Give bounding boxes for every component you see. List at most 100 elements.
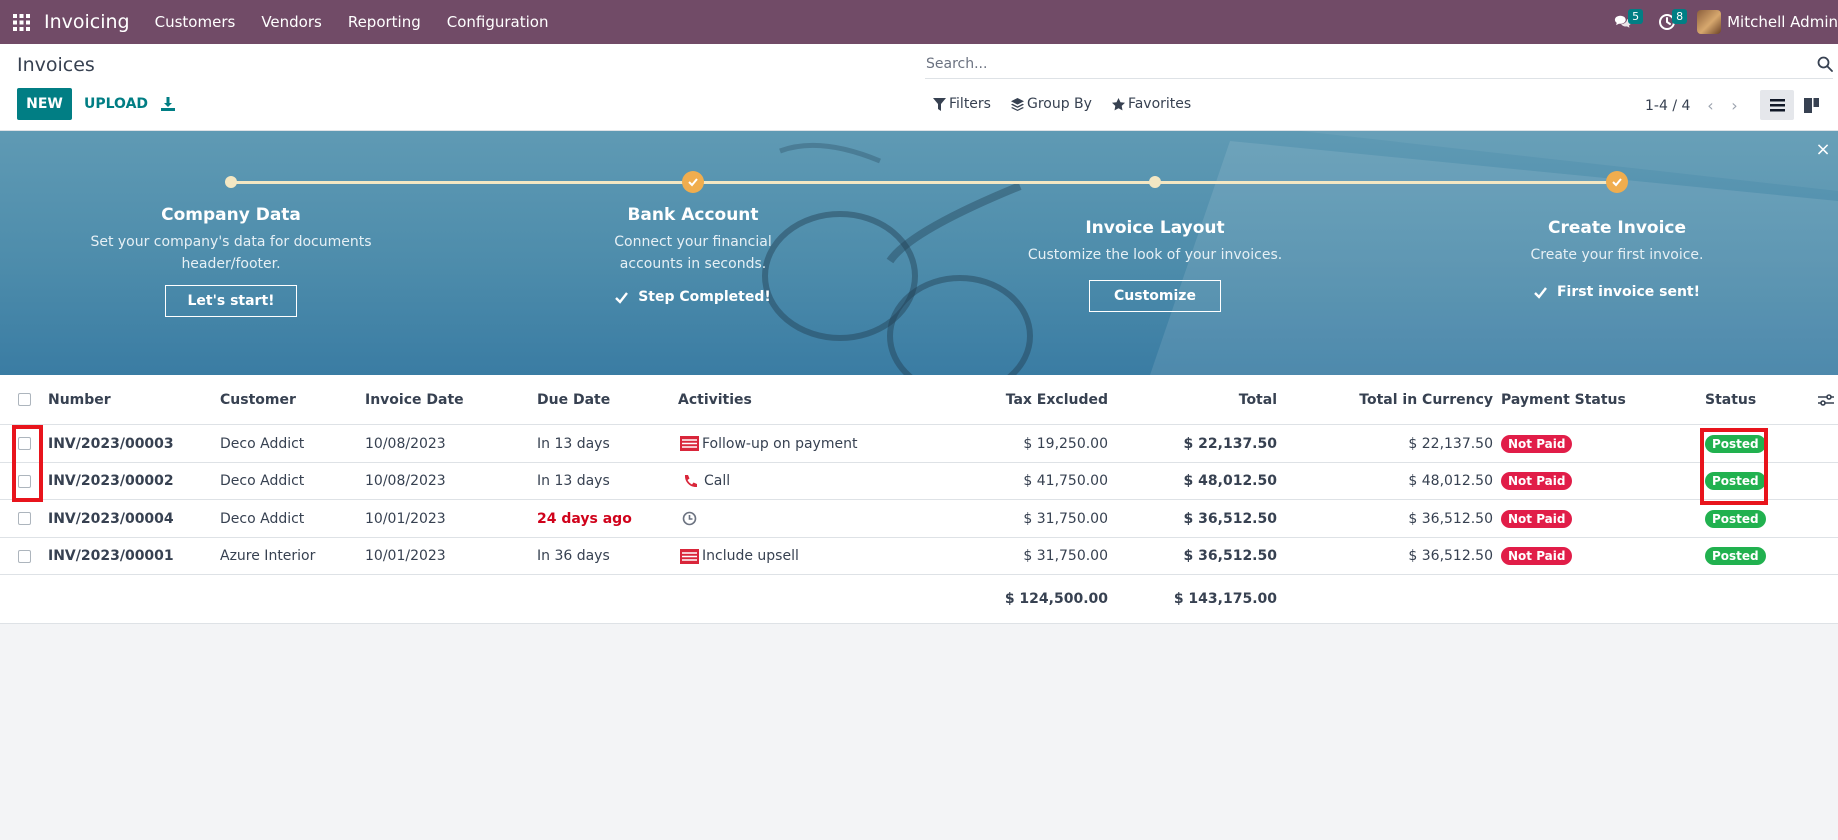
app-name[interactable]: Invoicing [44, 11, 130, 33]
search-input[interactable] [925, 56, 1785, 72]
customer-name: Deco Addict [220, 510, 305, 527]
messages-count: 5 [1628, 9, 1644, 24]
row-checkbox[interactable] [18, 512, 31, 525]
menu-vendors[interactable]: Vendors [248, 13, 335, 31]
apps-grid-icon[interactable] [0, 0, 42, 44]
customer-name: Azure Interior [220, 548, 316, 564]
step-check-icon [1606, 171, 1628, 193]
due-date: In 36 days [537, 548, 610, 564]
clock-icon[interactable] [682, 511, 701, 526]
step-dot-company [225, 176, 237, 188]
menu-configuration[interactable]: Configuration [434, 13, 562, 31]
email-icon[interactable] [680, 436, 699, 451]
invoice-date: 10/01/2023 [365, 510, 446, 527]
layers-icon [1010, 97, 1024, 111]
invoice-number: INV/2023/00002 [48, 473, 174, 489]
customer-name: Deco Addict [220, 473, 305, 489]
step-title: Invoice Layout [1085, 218, 1225, 238]
step-completed: Step Completed! [543, 289, 843, 308]
table-row[interactable]: INV/2023/00002 Deco Addict 10/08/2023 In… [0, 463, 1838, 500]
column-activities[interactable]: Activities [678, 375, 752, 424]
step-description: Connect your financial accounts in secon… [614, 234, 772, 272]
select-all-checkbox[interactable] [18, 393, 31, 406]
total: $ 36,512.50 [1183, 548, 1277, 564]
invoice-number: INV/2023/00001 [48, 548, 174, 564]
column-status[interactable]: Status [1705, 375, 1756, 424]
step-company-data: Company Data Set your company's data for… [81, 205, 381, 317]
due-date: In 13 days [537, 435, 610, 452]
table-row[interactable]: INV/2023/00001 Azure Interior 10/01/2023… [0, 538, 1838, 575]
customize-button[interactable]: Customize [1089, 280, 1221, 312]
column-customer[interactable]: Customer [220, 375, 296, 424]
activity-cell[interactable] [682, 500, 704, 537]
group-by-label: Group By [1026, 96, 1092, 112]
top-navbar: Invoicing Customers Vendors Reporting Co… [0, 0, 1838, 44]
pager-value[interactable]: 1-4 / 4 [1645, 98, 1690, 114]
onboarding-banner: × Company Data Set your company's data f… [0, 131, 1838, 375]
pager-previous-icon[interactable]: ‹ [1698, 96, 1722, 115]
filter-icon [933, 97, 946, 111]
phone-icon[interactable] [682, 474, 701, 489]
activity-summary: Include upsell [702, 548, 799, 564]
activity-summary: Follow-up on payment [702, 435, 858, 452]
activity-cell[interactable]: Call [682, 463, 730, 499]
page-title[interactable]: Invoices [17, 54, 95, 76]
sum-tax-excluded: $ 124,500.00 [1004, 591, 1108, 607]
activities-clock-icon[interactable]: 8 [1645, 0, 1689, 44]
column-total[interactable]: Total [1110, 375, 1277, 424]
step-completed-label: Step Completed! [638, 289, 771, 305]
payment-status-badge: Not Paid [1501, 434, 1573, 453]
column-due-date[interactable]: Due Date [537, 375, 610, 424]
favorites-button[interactable]: Favorites [1111, 96, 1191, 112]
user-avatar[interactable] [1697, 10, 1722, 34]
table-row[interactable]: INV/2023/00004 Deco Addict 10/01/2023 24… [0, 500, 1838, 538]
first-invoice-label: First invoice sent! [1556, 284, 1700, 300]
step-bank-account: Bank Account Connect your financial acco… [543, 205, 843, 308]
search-bar [925, 50, 1833, 79]
invoice-date: 10/08/2023 [365, 473, 446, 489]
menu-reporting[interactable]: Reporting [335, 13, 434, 31]
activity-cell[interactable]: Follow-up on payment [680, 425, 857, 462]
payment-status-badge: Not Paid [1501, 509, 1573, 528]
due-date-overdue: 24 days ago [537, 510, 632, 527]
list-view-icon[interactable] [1760, 90, 1794, 120]
pager-next-icon[interactable]: › [1722, 96, 1746, 115]
search-icon[interactable] [1817, 56, 1833, 72]
payment-status-badge: Not Paid [1501, 547, 1573, 565]
column-payment-status[interactable]: Payment Status [1501, 375, 1626, 424]
total-in-currency: $ 36,512.50 [1408, 510, 1493, 527]
email-icon[interactable] [680, 548, 699, 564]
payment-status-badge: Not Paid [1501, 472, 1573, 490]
invoice-number: INV/2023/00004 [48, 510, 174, 527]
user-name[interactable]: Mitchell Admin [1727, 13, 1838, 31]
filters-button[interactable]: Filters [933, 96, 991, 112]
totals-row: $ 124,500.00 $ 143,175.00 [0, 575, 1838, 623]
step-title: Bank Account [627, 205, 759, 225]
step-description: Create your first invoice. [1530, 247, 1704, 263]
tax-excluded: $ 19,250.00 [1023, 435, 1108, 452]
table-row[interactable]: INV/2023/00003 Deco Addict 10/08/2023 In… [0, 425, 1838, 463]
upload-button[interactable]: UPLOAD [76, 88, 156, 120]
step-invoice-layout: Invoice Layout Customize the look of you… [1005, 218, 1305, 312]
activity-cell[interactable]: Include upsell [680, 538, 799, 574]
due-date: In 13 days [537, 473, 610, 489]
close-banner-icon[interactable]: × [1814, 139, 1832, 160]
download-icon[interactable] [158, 88, 178, 120]
optional-columns-icon[interactable] [1818, 393, 1834, 407]
search-options: Filters Group By Favorites [933, 96, 1211, 112]
table-header: Number Customer Invoice Date Due Date Ac… [0, 375, 1838, 425]
column-total-in-currency[interactable]: Total in Currency [1280, 375, 1493, 424]
messages-icon[interactable]: 5 [1601, 0, 1645, 44]
group-by-button[interactable]: Group By [1010, 96, 1092, 112]
checkmark-icon [1534, 286, 1547, 299]
row-checkbox[interactable] [18, 549, 31, 563]
invoice-number: INV/2023/00003 [48, 435, 174, 452]
kanban-view-icon[interactable] [1794, 90, 1828, 120]
lets-start-button[interactable]: Let's start! [165, 285, 297, 317]
menu-customers[interactable]: Customers [142, 13, 249, 31]
column-tax-excluded[interactable]: Tax Excluded [940, 375, 1108, 424]
new-button[interactable]: NEW [17, 88, 72, 120]
column-invoice-date[interactable]: Invoice Date [365, 375, 464, 424]
column-number[interactable]: Number [48, 375, 111, 424]
control-panel: Invoices NEW UPLOAD Filters Group By Fav… [0, 44, 1838, 131]
